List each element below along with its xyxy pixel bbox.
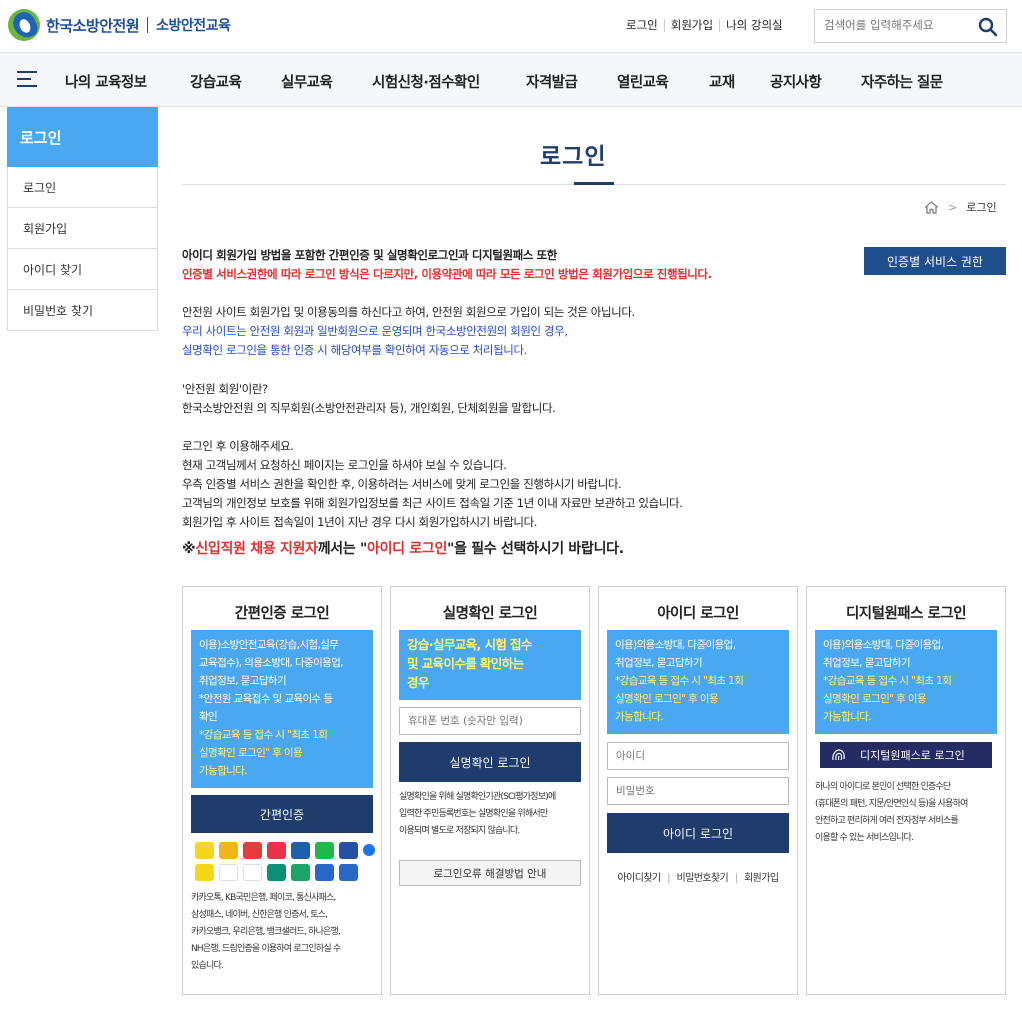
info-line: 현재 고객님께서 요청하신 페이지는 로그인을 하셔야 보실 수 있습니다.: [182, 458, 507, 472]
search-input[interactable]: [824, 18, 974, 32]
page-title: 로그인: [540, 144, 607, 170]
account-links: 아이디찾기 | 비밀번호찾기 | 회원가입: [617, 873, 780, 884]
card-title: 실명확인 로그인: [442, 606, 538, 622]
nav-notice[interactable]: 공지사항: [770, 71, 822, 92]
id-input[interactable]: [607, 742, 789, 770]
id-login-card: 아이디 로그인 이용)의용소방대, 다중이용업, 취업정보, 묻고답하기 *강습…: [598, 586, 798, 995]
util-mylecture-link[interactable]: 나의 강의실: [720, 19, 789, 32]
fingerprint-icon: [832, 749, 845, 761]
card-info-box: 이용)의용소방대, 다중이용업, 취업정보, 묻고답하기 *강습교육 등 접수 …: [607, 630, 789, 734]
brand-subtitle: 소방안전교육: [156, 18, 231, 34]
onepass-description: 하나의 아이디로 본인이 선택한 인증수단 (휴대폰의 패턴, 지문/안면인식 …: [815, 782, 968, 843]
auth-service-permission-button[interactable]: 인증별 서비스 권한: [864, 247, 1006, 275]
kakaobank-icon: [195, 864, 214, 881]
card-title: 간편인증 로그인: [234, 606, 330, 622]
home-icon[interactable]: [924, 200, 939, 214]
card-info-box: 강습·실무교육, 시험 접수 및 교육이수를 확인하는 경우: [399, 630, 581, 700]
login-error-help-button[interactable]: 로그인오류 해결방법 안내: [399, 860, 581, 886]
card-info-box: 이용)소방안전교육(강습,시험,실무 교육접수), 의용소방대, 다중이용업, …: [191, 630, 373, 788]
intro-bold: 아이디 회원가입 방법을 포함한 간편인증 및 실명확인로그인과 디지털원패스 …: [182, 248, 557, 262]
nav-training[interactable]: 강습교육: [190, 71, 242, 92]
main-navigation: 나의 교육정보 강습교육 실무교육 시험신청·점수확인 자격발급 열린교육 교재…: [0, 53, 1022, 107]
sidebar: 로그인 로그인 회원가입 아이디 찾기 비밀번호 찾기: [7, 107, 158, 331]
brand-logo[interactable]: 한국소방안전원 소방안전교육: [8, 9, 231, 41]
sidebar-item-login[interactable]: 로그인: [7, 167, 158, 208]
info-line: 안전원 사이트 회원가입 및 이용동의를 하신다고 하여, 안전원 회원으로 가…: [182, 305, 635, 319]
nav-faq[interactable]: 자주하는 질문: [861, 71, 943, 92]
realname-login-button[interactable]: 실명확인 로그인: [399, 742, 581, 782]
info-line: 회원가입 후 사이트 접속일이 1년이 지난 경우 다시 회원가입하시기 바랍니…: [182, 515, 538, 529]
nav-practical[interactable]: 실무교육: [281, 71, 333, 92]
find-password-link[interactable]: 비밀번호찾기: [677, 873, 729, 884]
search-box: [814, 9, 1007, 43]
shinhan-icon: [339, 842, 358, 859]
toss-icon: [363, 844, 375, 856]
provider-icon: [339, 864, 358, 881]
pass-icon: [267, 842, 286, 859]
card-title: 아이디 로그인: [657, 606, 739, 622]
id-login-button[interactable]: 아이디 로그인: [607, 813, 789, 853]
realname-description: 실명확인을 위해 실명확인기관(SCI평가정보)에 입력한 주민등록번호는 실명…: [399, 792, 556, 836]
nav-exam[interactable]: 시험신청·점수확인: [372, 71, 480, 92]
onepass-button-label: 디지털원패스로 로그인: [860, 749, 965, 762]
simple-auth-card: 간편인증 로그인 이용)소방안전교육(강습,시험,실무 교육접수), 의용소방대…: [182, 586, 382, 995]
info-line: 실명확인 로그인을 통한 인증 시 해당여부를 확인하여 자동으로 처리됩니다.: [182, 343, 527, 357]
join-link[interactable]: 회원가입: [744, 873, 779, 884]
payco-icon: [243, 842, 262, 859]
woori-icon: [219, 864, 238, 881]
nav-open-education[interactable]: 열린교육: [617, 71, 669, 92]
naver-icon: [315, 842, 334, 859]
card-info-box: 이용)의용소방대, 다중이용업, 취업정보, 묻고답하기 *강습교육 등 접수 …: [815, 630, 997, 734]
card-title: 디지털원패스 로그인: [845, 606, 967, 622]
brand-name: 한국소방안전원: [46, 16, 140, 35]
sidebar-item-join[interactable]: 회원가입: [7, 208, 158, 249]
hana-icon: [267, 864, 286, 881]
sidebar-item-find-password[interactable]: 비밀번호 찾기: [7, 290, 158, 331]
nav-my-education[interactable]: 나의 교육정보: [65, 71, 147, 92]
nav-textbook[interactable]: 교재: [709, 71, 735, 92]
menu-icon[interactable]: [17, 71, 37, 87]
nav-certificate[interactable]: 자격발급: [526, 71, 578, 92]
brand-divider: [147, 17, 149, 33]
utility-links: 로그인 회원가입 나의 강의실: [620, 19, 789, 32]
info-line: 우측 인증별 서비스 권한을 확인한 후, 이용하려는 서비스에 맞게 로그인을…: [182, 477, 622, 491]
phone-number-input[interactable]: [399, 707, 581, 735]
title-accent: [574, 182, 614, 185]
password-input[interactable]: [607, 777, 789, 805]
info-line: 우리 사이트는 안전원 회원과 일반회원으로 운영되며 한국소방안전원의 회원인…: [182, 324, 568, 338]
breadcrumb: > 로그인: [924, 199, 997, 215]
sidebar-item-find-id[interactable]: 아이디 찾기: [7, 249, 158, 290]
nh-icon: [291, 864, 310, 881]
brand-logo-icon: [8, 9, 40, 41]
banksalad-icon: [243, 864, 262, 881]
dream-icon: [315, 864, 334, 881]
onepass-login-button[interactable]: 디지털원패스로 로그인: [820, 742, 992, 768]
info-line: 한국소방안전원 의 직무회원(소방안전관리자 등), 개인회원, 단체회원을 말…: [182, 401, 556, 415]
recruit-notice: ※신입직원 채용 지원자께서는 "아이디 로그인"을 필수 선택하시기 바랍니다…: [182, 541, 624, 557]
util-join-link[interactable]: 회원가입: [665, 19, 721, 32]
breadcrumb-current: 로그인: [966, 201, 997, 214]
realname-auth-card: 실명확인 로그인 강습·실무교육, 시험 접수 및 교육이수를 확인하는 경우 …: [390, 586, 590, 995]
digital-onepass-card: 디지털원패스 로그인 이용)의용소방대, 다중이용업, 취업정보, 묻고답하기 …: [806, 586, 1006, 995]
info-line: 고객님의 개인정보 보호를 위해 회원가입정보를 최근 사이트 접속일 기준 1…: [182, 496, 683, 510]
simple-auth-description: 카카오톡, KB국민은행, 페이코, 통신사패스, 삼성패스, 네이버, 신한은…: [191, 893, 341, 971]
top-header: 한국소방안전원 소방안전교육 로그인 회원가입 나의 강의실: [0, 0, 1022, 53]
find-id-link[interactable]: 아이디찾기: [618, 873, 662, 884]
search-icon[interactable]: [978, 17, 998, 37]
util-login-link[interactable]: 로그인: [620, 19, 665, 32]
simple-auth-button[interactable]: 간편인증: [191, 795, 373, 833]
chevron-right-icon: >: [948, 200, 958, 214]
samsung-pass-icon: [291, 842, 310, 859]
info-line: 로그인 후 이용해주세요.: [182, 439, 294, 453]
info-line: '안전원 회원'이란?: [182, 382, 268, 396]
intro-red: 인증별 서비스권한에 따라 로그인 방식은 다르지만, 이용약관에 따라 모든 …: [182, 267, 712, 281]
sidebar-title: 로그인: [7, 107, 158, 167]
kakao-icon: [195, 842, 214, 859]
kb-icon: [219, 842, 238, 859]
